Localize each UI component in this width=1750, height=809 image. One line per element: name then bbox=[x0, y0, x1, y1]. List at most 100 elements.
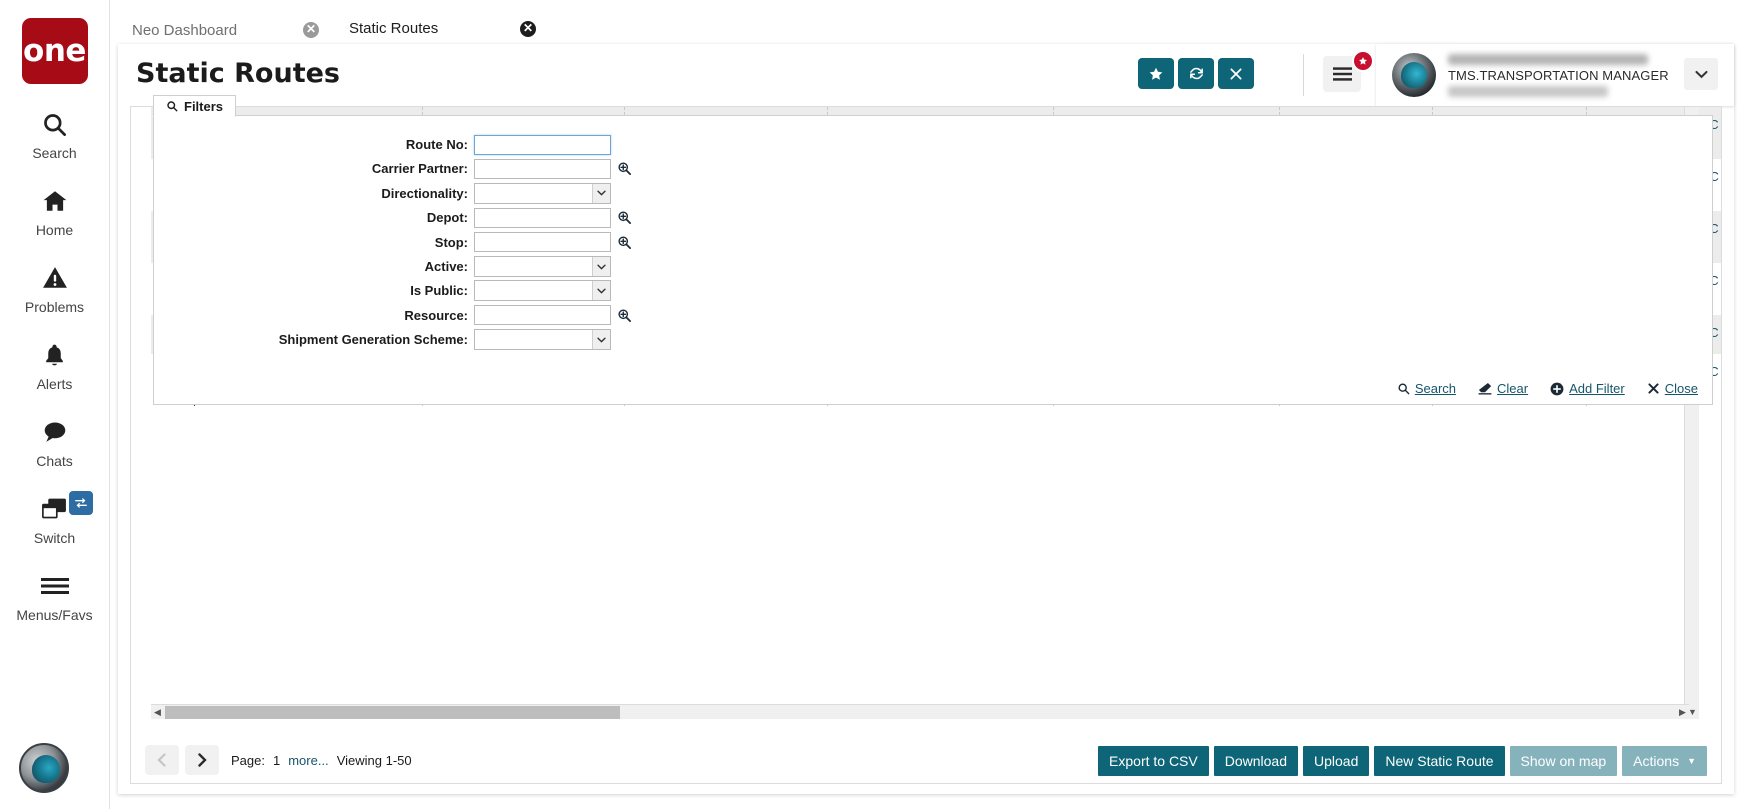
viewing-range-label: Viewing 1-50 bbox=[337, 753, 412, 768]
chevron-down-icon bbox=[592, 184, 610, 203]
next-page-button[interactable] bbox=[185, 745, 219, 775]
filter-row: Active: bbox=[154, 254, 1712, 279]
chevron-down-icon[interactable] bbox=[1684, 58, 1718, 90]
grid-footer: Page: 1 more... Viewing 1-50 Export to C… bbox=[131, 737, 1721, 783]
footer-button-export-to-csv[interactable]: Export to CSV bbox=[1098, 746, 1209, 776]
footer-button-label: Upload bbox=[1314, 753, 1358, 769]
chevron-down-icon bbox=[592, 330, 610, 349]
left-navigation-rail: one Search Home Problems Alerts bbox=[0, 0, 110, 809]
lookup-search-icon[interactable] bbox=[617, 235, 632, 250]
sidebar-item-alerts[interactable]: Alerts bbox=[0, 339, 109, 392]
lookup-search-icon[interactable] bbox=[617, 210, 632, 225]
scroll-right-arrow-icon[interactable]: ▶ bbox=[1676, 705, 1689, 720]
horizontal-scroll-thumb[interactable] bbox=[165, 706, 620, 719]
swap-arrows-icon[interactable] bbox=[69, 491, 93, 515]
footer-button-download[interactable]: Download bbox=[1214, 746, 1298, 776]
footer-button-label: Actions bbox=[1633, 753, 1679, 769]
filter-text-input[interactable] bbox=[474, 159, 611, 179]
content-card: Route-24CustomerA-Canton StoreCustomerA-… bbox=[130, 106, 1722, 784]
lookup-search-icon[interactable] bbox=[617, 308, 632, 323]
sidebar-item-chats[interactable]: Chats bbox=[0, 416, 109, 469]
search-icon bbox=[1397, 382, 1410, 395]
filter-search-link[interactable]: Search bbox=[1397, 381, 1456, 396]
previous-page-button[interactable] bbox=[145, 745, 179, 775]
filter-row: Resource: bbox=[154, 303, 1712, 328]
windows-icon bbox=[41, 493, 68, 525]
filter-field-label: Shipment Generation Scheme: bbox=[154, 332, 474, 347]
page-container: Static Routes TMS.TRANSPORTA bbox=[118, 44, 1734, 794]
avatar bbox=[1392, 53, 1436, 97]
chevron-down-icon: ▼ bbox=[1687, 756, 1696, 766]
user-name-redacted bbox=[1448, 54, 1648, 65]
search-icon bbox=[166, 100, 178, 112]
pagination-info: Page: 1 more... Viewing 1-50 bbox=[231, 753, 412, 768]
favorite-button[interactable] bbox=[1138, 58, 1174, 89]
user-account-box[interactable]: TMS.TRANSPORTATION MANAGER bbox=[1376, 44, 1734, 106]
footer-button-show-on-map[interactable]: Show on map bbox=[1510, 746, 1618, 776]
sidebar-item-problems[interactable]: Problems bbox=[0, 262, 109, 315]
page-number[interactable]: 1 bbox=[273, 753, 280, 768]
filter-row: Is Public: bbox=[154, 278, 1712, 303]
filter-close-link[interactable]: Close bbox=[1647, 381, 1698, 396]
footer-button-label: Show on map bbox=[1521, 753, 1607, 769]
filter-text-input[interactable] bbox=[474, 135, 611, 155]
footer-button-label: Export to CSV bbox=[1109, 753, 1198, 769]
user-org-redacted bbox=[1448, 86, 1608, 97]
grid-horizontal-scrollbar[interactable]: ◀ ▶ bbox=[151, 704, 1689, 719]
tab-label: Static Routes bbox=[349, 20, 438, 37]
filter-clear-link[interactable]: Clear bbox=[1478, 381, 1528, 396]
tab-strip: Neo Dashboard ✕ Static Routes ✕ bbox=[118, 10, 552, 48]
filter-add-link[interactable]: Add Filter bbox=[1550, 381, 1625, 396]
filter-row: Directionality: bbox=[154, 181, 1712, 206]
lookup-search-icon[interactable] bbox=[617, 161, 632, 176]
close-button[interactable] bbox=[1218, 58, 1254, 89]
filter-clear-label: Clear bbox=[1497, 381, 1528, 396]
plus-circle-icon bbox=[1550, 382, 1564, 396]
warning-icon bbox=[42, 262, 68, 294]
page-header: Static Routes TMS.TRANSPORTA bbox=[118, 44, 1734, 106]
logo-text: one bbox=[23, 36, 86, 67]
x-icon bbox=[1647, 382, 1660, 395]
more-pages-link[interactable]: more... bbox=[288, 753, 328, 768]
filter-field-label: Stop: bbox=[154, 235, 474, 250]
header-divider bbox=[1303, 54, 1304, 96]
hamburger-icon bbox=[41, 570, 69, 602]
chevron-down-icon bbox=[592, 281, 610, 300]
filter-select[interactable] bbox=[474, 183, 611, 204]
filter-add-label: Add Filter bbox=[1569, 381, 1625, 396]
sidebar-item-label: Alerts bbox=[37, 376, 73, 392]
tab-static-routes[interactable]: Static Routes ✕ bbox=[335, 12, 550, 48]
filters-tab-label: Filters bbox=[184, 99, 223, 114]
tab-label: Neo Dashboard bbox=[132, 22, 237, 39]
close-circle-icon[interactable]: ✕ bbox=[520, 21, 536, 37]
footer-button-actions[interactable]: Actions ▼ bbox=[1622, 746, 1707, 776]
sidebar-item-search[interactable]: Search bbox=[0, 108, 109, 161]
filter-select[interactable] bbox=[474, 280, 611, 301]
filter-text-input[interactable] bbox=[474, 305, 611, 325]
refresh-button[interactable] bbox=[1178, 58, 1214, 89]
footer-button-new-static-route[interactable]: New Static Route bbox=[1374, 746, 1504, 776]
scroll-left-arrow-icon[interactable]: ◀ bbox=[151, 705, 164, 720]
footer-button-group: Export to CSV Download Upload New Static Ro… bbox=[1098, 746, 1707, 776]
sidebar-item-switch[interactable]: Switch bbox=[0, 493, 109, 546]
close-circle-icon[interactable]: ✕ bbox=[303, 22, 319, 38]
tab-neo-dashboard[interactable]: Neo Dashboard ✕ bbox=[118, 12, 333, 48]
sidebar-item-home[interactable]: Home bbox=[0, 185, 109, 238]
avatar-head bbox=[32, 755, 60, 783]
filter-row: Stop: bbox=[154, 230, 1712, 255]
sidebar-item-menus-favs[interactable]: Menus/Favs bbox=[0, 570, 109, 623]
avatar-head bbox=[1401, 62, 1427, 88]
application-window: one Search Home Problems Alerts bbox=[0, 0, 1750, 809]
filter-row: Depot: bbox=[154, 205, 1712, 230]
filter-text-input[interactable] bbox=[474, 232, 611, 252]
filter-text-input[interactable] bbox=[474, 208, 611, 228]
filter-select[interactable] bbox=[474, 256, 611, 277]
bell-icon bbox=[42, 339, 67, 371]
filters-tab[interactable]: Filters bbox=[153, 95, 236, 117]
filter-select[interactable] bbox=[474, 329, 611, 350]
filter-field-label: Resource: bbox=[154, 308, 474, 323]
footer-button-upload[interactable]: Upload bbox=[1303, 746, 1369, 776]
user-avatar-icon[interactable] bbox=[19, 743, 69, 793]
filter-row: Shipment Generation Scheme: bbox=[154, 327, 1712, 352]
one-network-logo[interactable]: one bbox=[22, 18, 88, 84]
